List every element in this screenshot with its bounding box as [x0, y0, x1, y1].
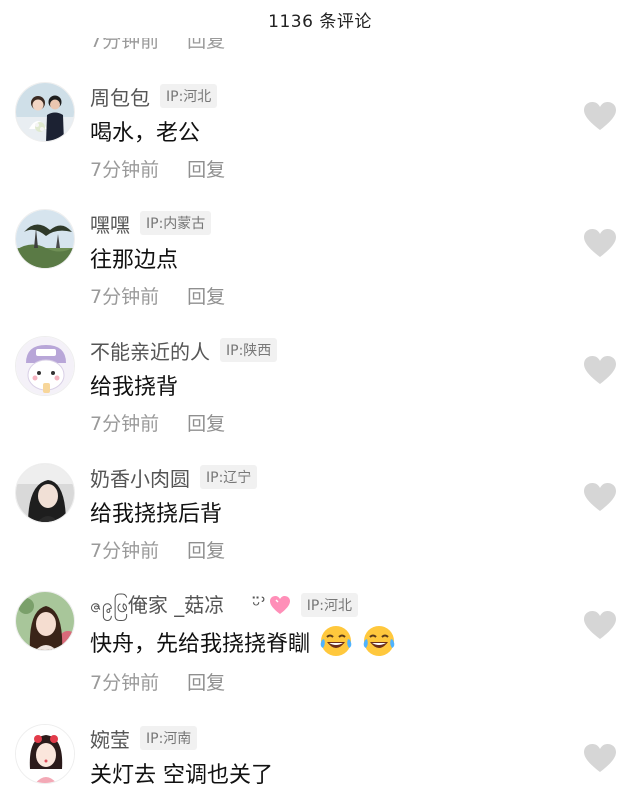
avatar[interactable]	[15, 463, 75, 523]
nickname-suffix: ᵕ̈ʾ	[252, 593, 267, 617]
comments-header: 1136 条评论	[0, 0, 640, 38]
ip-location-badge: IP:辽宁	[200, 465, 258, 489]
comment-text: 快舟，先给我挠挠脊瞓	[90, 624, 396, 658]
comment-text: 关灯去 空调也关了	[90, 763, 273, 788]
comment-meta: 7分钟前 回复	[90, 536, 225, 563]
comment-meta: 7分钟前 回复	[90, 668, 225, 695]
heart-icon[interactable]	[583, 610, 617, 640]
comment-text: 给我挠挠后背	[90, 502, 223, 527]
nickname-row: 嘿嘿 IP:内蒙古	[90, 209, 212, 238]
nickname-row: 不能亲近的人 IP:陕西	[90, 336, 278, 365]
reply-button[interactable]: 回复	[187, 282, 225, 309]
comments-screen: 7分钟前 回复 1136 条评论 周包包 IP:河北 喝水，老公 7分钟前 回复…	[0, 0, 640, 799]
nickname[interactable]: 周包包	[90, 82, 150, 111]
laughing-tears-emoji	[363, 626, 395, 656]
avatar[interactable]	[15, 591, 75, 651]
heart-icon[interactable]	[583, 228, 617, 258]
nickname[interactable]: 不能亲近的人	[90, 336, 210, 365]
ip-location-badge: IP:陕西	[220, 338, 278, 362]
heart-icon[interactable]	[583, 743, 617, 773]
comment-count-title: 1136 条评论	[268, 11, 372, 32]
nickname[interactable]: 嘿嘿	[90, 209, 130, 238]
comment-time: 7分钟前	[90, 413, 160, 435]
comment-time: 7分钟前	[90, 540, 160, 562]
comment-text: 给我挠背	[90, 375, 179, 400]
nickname-row: ဇ၉ဖြ俺家 _菇凉 ᵕ̈ʾ IP:河北	[90, 592, 359, 618]
nickname-row: 周包包 IP:河北	[90, 82, 218, 111]
ip-location-badge: IP:内蒙古	[140, 211, 212, 235]
nickname[interactable]: ဇ၉ဖြ俺家 _菇凉	[90, 589, 224, 622]
reply-button[interactable]: 回复	[187, 155, 225, 182]
avatar[interactable]	[15, 336, 75, 396]
reply-button[interactable]: 回复	[187, 536, 225, 563]
heart-icon[interactable]	[583, 482, 617, 512]
comment-meta: 7分钟前 回复	[90, 409, 225, 436]
comment-meta: 7分钟前 回复	[90, 155, 225, 182]
comment-text: 喝水，老公	[90, 121, 201, 146]
ip-location-badge: IP:河北	[300, 593, 359, 617]
pink-heart-icon	[269, 596, 290, 614]
comment-time: 7分钟前	[90, 159, 160, 181]
nickname-row: 奶香小肉圆 IP:辽宁	[90, 463, 258, 492]
avatar[interactable]	[15, 209, 75, 269]
avatar[interactable]	[15, 724, 75, 784]
laughing-tears-emoji	[320, 626, 352, 656]
comment-text: 往那边点	[90, 248, 179, 273]
comment-time: 7分钟前	[90, 672, 160, 694]
nickname[interactable]: 奶香小肉圆	[90, 463, 190, 492]
comment-time: 7分钟前	[90, 286, 160, 308]
comment-text-content: 快舟，先给我挠挠脊瞓	[90, 632, 311, 657]
heart-icon[interactable]	[583, 101, 617, 131]
ip-location-badge: IP:河北	[160, 84, 218, 108]
avatar[interactable]	[15, 82, 75, 142]
reply-button[interactable]: 回复	[187, 409, 225, 436]
comment-meta: 7分钟前 回复	[90, 282, 225, 309]
nickname[interactable]: 婉莹	[90, 724, 130, 753]
reply-button[interactable]: 回复	[187, 668, 225, 695]
heart-icon[interactable]	[583, 355, 617, 385]
ip-location-badge: IP:河南	[140, 726, 198, 750]
nickname-row: 婉莹 IP:河南	[90, 724, 198, 753]
